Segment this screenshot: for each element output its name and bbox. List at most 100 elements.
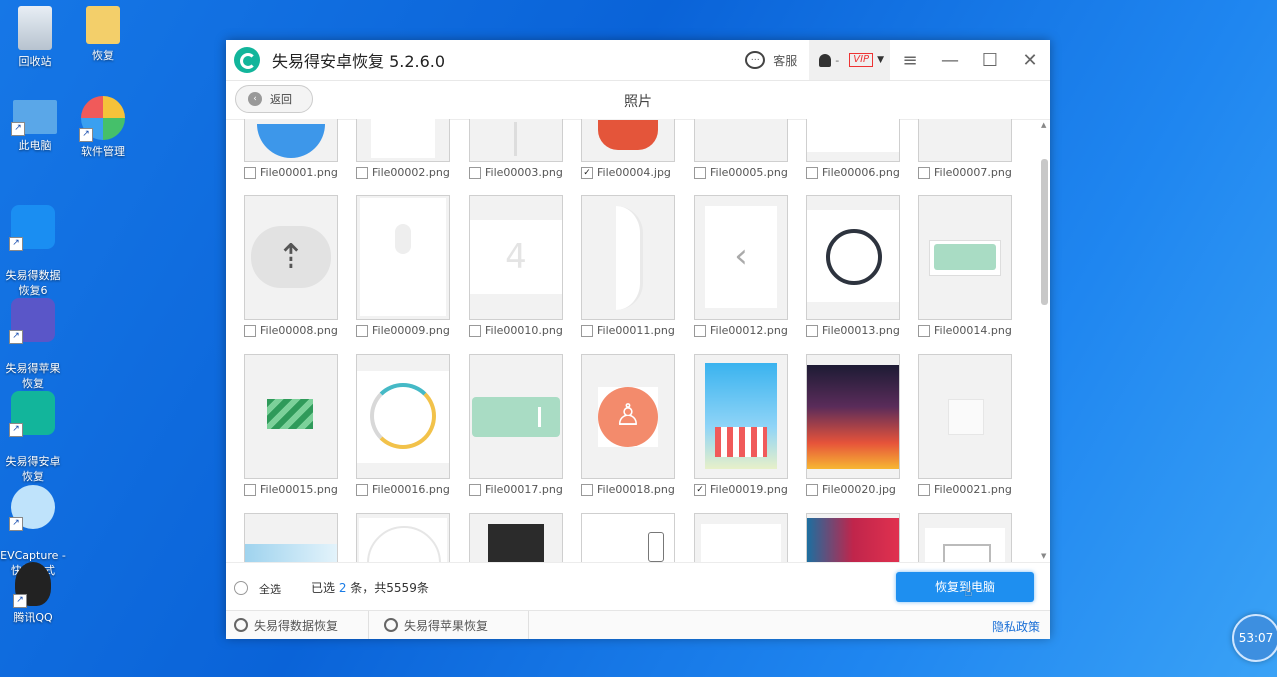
- photo-item[interactable]: File00005.png: [676, 119, 789, 179]
- scroll-down-icon[interactable]: ▼: [1041, 552, 1046, 560]
- customer-service-button[interactable]: … 客服: [745, 51, 797, 69]
- photo-thumbnail[interactable]: [244, 513, 338, 562]
- checkbox[interactable]: [244, 483, 256, 496]
- photo-thumbnail[interactable]: [581, 119, 675, 162]
- photo-item[interactable]: File00003.png: [451, 119, 564, 179]
- privacy-policy-link[interactable]: 隐私政策: [992, 618, 1040, 635]
- photo-thumbnail[interactable]: [581, 195, 675, 320]
- photo-thumbnail[interactable]: [581, 513, 675, 562]
- photo-item[interactable]: [226, 513, 339, 562]
- menu-button[interactable]: ≡: [890, 50, 930, 71]
- photo-thumbnail[interactable]: [469, 354, 563, 479]
- photo-thumbnail[interactable]: [694, 354, 788, 479]
- photo-item[interactable]: ♙ File00018.png: [563, 354, 676, 496]
- photo-item[interactable]: File00013.png: [788, 195, 901, 337]
- photo-item[interactable]: [563, 513, 676, 562]
- checkbox[interactable]: [694, 166, 706, 179]
- desktop-icon-this-pc[interactable]: ↗ 此电脑: [0, 100, 70, 153]
- photo-thumbnail[interactable]: [694, 513, 788, 562]
- checkbox[interactable]: [806, 324, 818, 337]
- photo-thumbnail[interactable]: [356, 119, 450, 162]
- photo-thumbnail[interactable]: [244, 119, 338, 162]
- photo-thumbnail[interactable]: [469, 119, 563, 162]
- photo-item[interactable]: 4 File00010.png: [451, 195, 564, 337]
- photo-item[interactable]: File00001.png: [226, 119, 339, 179]
- desktop-icon-recycle-bin[interactable]: 回收站: [0, 6, 70, 69]
- photo-item[interactable]: File00007.png: [900, 119, 1013, 179]
- apple-recovery-link[interactable]: 失易得苹果恢复: [376, 611, 529, 639]
- checkbox[interactable]: [356, 324, 368, 337]
- photo-item[interactable]: [338, 513, 451, 562]
- desktop-icon-restore-folder[interactable]: 恢复: [68, 6, 138, 63]
- photo-thumbnail[interactable]: [918, 195, 1012, 320]
- desktop-icon-data-recovery[interactable]: ↗ 失易得数据 恢复6: [0, 190, 68, 298]
- photo-thumbnail[interactable]: [918, 119, 1012, 162]
- photo-item[interactable]: ✓ File00019.png: [676, 354, 789, 496]
- photo-item[interactable]: ⇡ File00008.png: [226, 195, 339, 337]
- photo-thumbnail[interactable]: [694, 119, 788, 162]
- photo-item[interactable]: ✓ File00004.jpg: [563, 119, 676, 179]
- photo-thumbnail[interactable]: [244, 354, 338, 479]
- account-menu[interactable]: - VIP ▼: [809, 40, 890, 80]
- grid-scrollbar[interactable]: ▲ ▼: [1040, 119, 1050, 562]
- photo-item[interactable]: File00016.png: [338, 354, 451, 496]
- checkbox[interactable]: [356, 483, 368, 496]
- photo-item[interactable]: [451, 513, 564, 562]
- photo-thumbnail[interactable]: ♙: [581, 354, 675, 479]
- photo-item[interactable]: ‹ File00012.png: [676, 195, 789, 337]
- photo-item[interactable]: File00011.png: [563, 195, 676, 337]
- checkbox[interactable]: [581, 483, 593, 496]
- checkbox[interactable]: [694, 324, 706, 337]
- checkbox[interactable]: [918, 324, 930, 337]
- photo-item[interactable]: File00021.png: [900, 354, 1013, 496]
- photo-item[interactable]: File00014.png: [900, 195, 1013, 337]
- checkbox[interactable]: [581, 324, 593, 337]
- photo-thumbnail[interactable]: 4: [469, 195, 563, 320]
- photo-thumbnail[interactable]: [806, 354, 900, 479]
- scroll-up-icon[interactable]: ▲: [1041, 121, 1046, 129]
- checkbox[interactable]: [918, 166, 930, 179]
- desktop-icon-software-manager[interactable]: ↗ 软件管理: [68, 96, 138, 159]
- photo-item[interactable]: [788, 513, 901, 562]
- maximize-button[interactable]: ☐: [970, 50, 1010, 71]
- checkbox[interactable]: [469, 483, 481, 496]
- photo-item[interactable]: File00006.png: [788, 119, 901, 179]
- photo-thumbnail[interactable]: [806, 513, 900, 562]
- checkbox[interactable]: [244, 166, 256, 179]
- desktop-icon-android-recovery[interactable]: ↗ 失易得安卓 恢复: [0, 376, 68, 484]
- photo-thumbnail[interactable]: ‹: [694, 195, 788, 320]
- checkbox[interactable]: ✓: [694, 483, 706, 496]
- photo-item[interactable]: File00020.jpg: [788, 354, 901, 496]
- checkbox[interactable]: [469, 166, 481, 179]
- select-all-label[interactable]: 全选: [259, 581, 281, 597]
- checkbox[interactable]: [469, 324, 481, 337]
- photo-thumbnail[interactable]: [918, 354, 1012, 479]
- photo-item[interactable]: [676, 513, 789, 562]
- photo-thumbnail[interactable]: [356, 513, 450, 562]
- checkbox[interactable]: [806, 483, 818, 496]
- photo-thumbnail[interactable]: ⇡: [244, 195, 338, 320]
- checkbox[interactable]: [356, 166, 368, 179]
- select-all-radio[interactable]: [234, 581, 248, 595]
- checkbox[interactable]: [806, 166, 818, 179]
- minimize-button[interactable]: —: [930, 50, 970, 71]
- photo-thumbnail[interactable]: [918, 513, 1012, 562]
- scrollbar-thumb[interactable]: [1041, 159, 1048, 305]
- close-button[interactable]: ✕: [1010, 50, 1050, 71]
- photo-item[interactable]: File00009.png: [338, 195, 451, 337]
- photo-item[interactable]: File00017.png: [451, 354, 564, 496]
- photo-item[interactable]: [900, 513, 1013, 562]
- data-recovery-link[interactable]: 失易得数据恢复: [226, 611, 369, 639]
- desktop-icon-apple-recovery[interactable]: ↗ 失易得苹果 恢复: [0, 283, 68, 391]
- photo-thumbnail[interactable]: [806, 195, 900, 320]
- checkbox[interactable]: [918, 483, 930, 496]
- photo-thumbnail[interactable]: [356, 195, 450, 320]
- checkbox[interactable]: [244, 324, 256, 337]
- photo-thumbnail[interactable]: [806, 119, 900, 162]
- photo-thumbnail[interactable]: [469, 513, 563, 562]
- checkbox[interactable]: ✓: [581, 166, 593, 179]
- photo-item[interactable]: File00015.png: [226, 354, 339, 496]
- photo-item[interactable]: File00002.png: [338, 119, 451, 179]
- desktop-icon-qq[interactable]: ↗ 腾讯QQ: [0, 562, 68, 625]
- photo-thumbnail[interactable]: [356, 354, 450, 479]
